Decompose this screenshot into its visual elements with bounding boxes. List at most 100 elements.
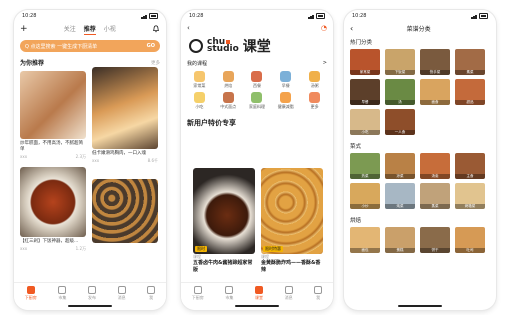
category-tile[interactable]: 烤箱菜 (455, 183, 485, 209)
add-icon[interactable]: + (20, 24, 28, 34)
course-nav: ‹ ◔ (181, 22, 333, 34)
category-item[interactable]: 汤粥 (300, 71, 329, 89)
category-label: 更多 (310, 104, 319, 109)
profile-icon (314, 286, 323, 294)
tab-market[interactable]: 市集 (225, 286, 234, 301)
home-icon (193, 286, 202, 294)
section-title: 菜式 (350, 144, 362, 150)
signal-icon (471, 13, 477, 19)
battery-icon (479, 13, 488, 19)
category-tile[interactable]: 一人食 (385, 109, 415, 135)
category-item[interactable]: 烘焙 (214, 71, 243, 89)
categories-nav: ‹ 菜谱分类 (344, 22, 496, 34)
feed-card[interactable]: 【红三剁】下饭神器，超级... xxx 1.2万 (20, 167, 86, 252)
category-title: 我的课程 (187, 61, 208, 67)
category-tile[interactable]: 甜品 (455, 79, 485, 105)
feed-card[interactable] (92, 179, 158, 243)
tab-messages[interactable]: 消息 (117, 286, 126, 301)
logo-wordmark: chu studio (207, 38, 239, 54)
category-item[interactable]: 家常菜 (185, 71, 214, 89)
category-tile[interactable]: 快手菜 (420, 49, 450, 75)
search-banner[interactable]: Q 点这里搜索 一键生成下厨清单 GO (20, 40, 160, 52)
tab-follow[interactable]: 关注 (64, 24, 76, 35)
category-tile[interactable]: 汤 (385, 79, 415, 105)
category-tile[interactable]: 下饭菜 (385, 49, 415, 75)
status-icons (308, 13, 325, 19)
category-tile[interactable]: 面食 (420, 79, 450, 105)
signal-icon (141, 13, 147, 19)
status-icons (471, 13, 488, 19)
category-icon (251, 71, 263, 82)
category-icon (309, 71, 321, 82)
tab-publish[interactable]: 发布 (87, 286, 96, 301)
card-count: 1.2万 (75, 246, 86, 251)
home-indicator (398, 305, 442, 307)
category-tile[interactable]: 素菜 (455, 49, 485, 75)
category-tile[interactable]: 饼干 (420, 227, 450, 253)
tab-me[interactable]: 我 (314, 286, 323, 301)
status-bar: 10:28 (14, 10, 166, 22)
category-icon (193, 92, 205, 103)
tab-label: 发布 (87, 295, 96, 300)
category-tile[interactable]: 面包 (350, 227, 380, 253)
promo-card[interactable]: 限时特惠 课程 金黄酥脆炸鸡——香酥&香辣 (261, 168, 323, 273)
category-tile[interactable]: 家常菜 (350, 49, 380, 75)
category-tile[interactable]: 蛋糕 (385, 227, 415, 253)
tab-label: 我 (149, 295, 154, 300)
tab-me[interactable]: 我 (147, 286, 156, 301)
tab-market[interactable]: 市集 (58, 286, 67, 301)
category-tile[interactable]: 早餐 (350, 79, 380, 105)
category-item[interactable]: 小吃 (185, 92, 214, 110)
card-text: 低卡嫩滑鸡胸肉，一口入魂 (92, 151, 146, 156)
category-icon (280, 92, 292, 103)
category-item[interactable]: 更多 (300, 92, 329, 110)
tile-label: 汤 (385, 100, 415, 105)
category-tile[interactable]: 吐司 (455, 227, 485, 253)
category-icon (280, 71, 292, 82)
tab-course[interactable]: 课堂 (254, 286, 263, 301)
category-header: 我的课程 > (181, 60, 333, 67)
tab-home[interactable]: 下厨房 (25, 286, 37, 301)
brand-title: 课堂 (242, 39, 271, 55)
status-time: 10:28 (22, 13, 37, 19)
message-icon (284, 286, 293, 294)
back-icon[interactable]: ‹ (187, 24, 190, 32)
feed-card[interactable]: 炒年糕面，不用高汤，不腻超简单 xxx 2.3万 (20, 71, 86, 160)
feed-card[interactable]: 低卡嫩滑鸡胸肉，一口入魂 xxx 8.6千 (92, 67, 158, 164)
promo-card[interactable]: 限时 课程 五香卤牛肉&酱猪蹄超家常版 (193, 168, 255, 273)
baking-category-grid: 面包 蛋糕 饼干 吐司 (344, 224, 496, 256)
category-tile[interactable]: 蒸菜 (420, 183, 450, 209)
section-more[interactable]: 更多 (151, 60, 160, 66)
category-tile[interactable]: 热菜 (350, 153, 380, 179)
banner-go[interactable]: GO (147, 43, 155, 49)
category-item[interactable]: 早餐 (271, 71, 300, 89)
tab-home[interactable]: 下厨房 (192, 286, 204, 301)
tile-label: 汤羹 (420, 174, 450, 179)
category-item[interactable]: 中式面点 (214, 92, 243, 110)
category-tile[interactable]: 小炒 (350, 183, 380, 209)
category-more[interactable]: > (323, 60, 327, 67)
category-item[interactable]: 健康减脂 (271, 92, 300, 110)
category-item[interactable]: 西餐 (243, 71, 272, 89)
category-label: 家庭料理 (248, 104, 265, 109)
category-tile[interactable]: 小吃 (350, 109, 380, 135)
category-tile[interactable]: 凉菜 (385, 153, 415, 179)
category-item[interactable]: 家庭料理 (243, 92, 272, 110)
tab-label: 下厨房 (24, 295, 37, 300)
phone-home: 10:28 + 关注 推荐 小视 Q 点这里搜索 一键生成下厨清单 GO 为你推… (14, 10, 166, 310)
tab-messages[interactable]: 消息 (284, 286, 293, 301)
tile-label: 蒸菜 (420, 204, 450, 209)
tab-video[interactable]: 小视 (104, 24, 116, 35)
tab-recommend[interactable]: 推荐 (83, 24, 96, 35)
brand-header: chu studio 课堂 (181, 34, 333, 58)
tile-label: 快手菜 (420, 70, 450, 75)
category-tile[interactable]: 汤羹 (420, 153, 450, 179)
category-tile[interactable]: 主食 (455, 153, 485, 179)
category-tile[interactable]: 炖菜 (385, 183, 415, 209)
clock-icon[interactable]: ◔ (321, 24, 327, 32)
category-label: 家常菜 (193, 83, 206, 88)
bell-icon[interactable] (152, 25, 160, 33)
card-author: xxx (92, 158, 100, 163)
section-header: 为你推荐 更多 (14, 58, 166, 67)
food-photo (92, 67, 158, 149)
